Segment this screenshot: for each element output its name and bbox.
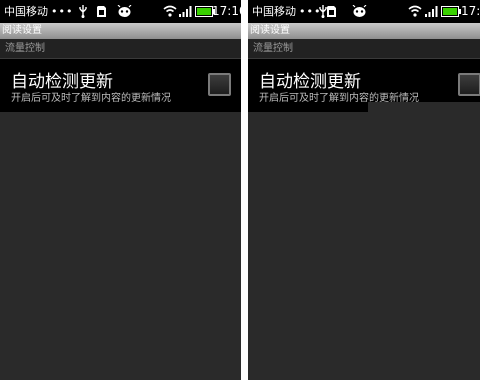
empty-content-area	[0, 112, 241, 380]
phone-screen-left: 中国移动 ••• 17:1 阅读设置 流量控制 自动检测更新 开启后可及时了解到…	[0, 0, 241, 380]
status-bar: 中国移动 ••• 17	[248, 0, 480, 23]
clock: 17:1	[461, 4, 480, 18]
empty-content-area	[248, 112, 480, 380]
phone-screen-right: 中国移动 ••• 17: 阅读设置 流量控制 自动检测更新 开启后可及时了解到内…	[248, 0, 480, 380]
section-header: 流量控制	[0, 39, 241, 59]
android-robot-icon	[352, 5, 367, 17]
auto-update-checkbox[interactable]	[458, 73, 480, 96]
page-title: 阅读设置	[0, 23, 241, 39]
status-bar: 中国移动 ••• 17	[0, 0, 241, 23]
section-header: 流量控制	[248, 39, 480, 59]
clock: 17:10	[212, 4, 241, 18]
usb-icon	[79, 5, 87, 18]
battery-icon	[441, 6, 461, 17]
page-title: 阅读设置	[248, 23, 480, 39]
sd-card-icon	[327, 6, 336, 17]
notification-dots: •••	[51, 5, 74, 18]
setting-summary: 开启后可及时了解到内容的更新情况	[11, 93, 171, 104]
signal-icon	[179, 6, 192, 17]
wifi-icon	[408, 5, 422, 17]
auto-update-checkbox[interactable]	[208, 73, 231, 96]
carrier-name: 中国移动 •••	[4, 5, 74, 18]
carrier-name: 中国移动 •••	[252, 5, 322, 18]
signal-icon	[425, 6, 438, 17]
setting-auto-update[interactable]: 自动检测更新 开启后可及时了解到内容的更新情况	[0, 59, 241, 112]
android-robot-icon	[117, 5, 132, 17]
wifi-icon	[163, 5, 177, 17]
sd-card-icon	[97, 6, 106, 17]
